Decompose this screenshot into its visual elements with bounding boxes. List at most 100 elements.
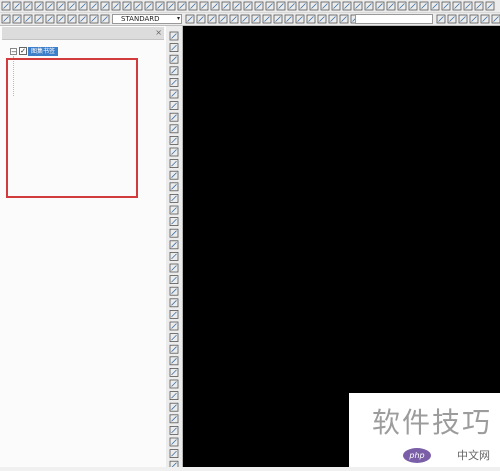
draw-tool-icon[interactable] — [169, 159, 179, 169]
draw-tool-icon[interactable] — [169, 333, 179, 343]
draw-tool-icon[interactable] — [169, 147, 179, 157]
expand-icon[interactable]: − — [10, 47, 17, 55]
draw-tool-icon[interactable] — [169, 309, 179, 319]
toolbar-tool-icon[interactable] — [452, 1, 462, 11]
toolbar-tool-icon[interactable] — [218, 14, 228, 24]
draw-tool-icon[interactable] — [169, 66, 179, 76]
toolbar-tool-icon[interactable] — [386, 1, 396, 11]
toolbar-tool-icon[interactable] — [273, 14, 283, 24]
toolbar-tool-icon[interactable] — [177, 1, 187, 11]
toolbar-tool-icon[interactable] — [78, 1, 88, 11]
toolbar-tool-icon[interactable] — [342, 1, 352, 11]
toolbar-tool-icon[interactable] — [166, 1, 176, 11]
draw-tool-icon[interactable] — [169, 425, 179, 435]
toolbar-tool-icon[interactable] — [397, 1, 407, 11]
toolbar-tool-icon[interactable] — [375, 1, 385, 11]
close-icon[interactable]: × — [155, 27, 162, 39]
toolbar-tool-icon[interactable] — [287, 1, 297, 11]
toolbar-tool-icon[interactable] — [251, 14, 261, 24]
draw-tool-icon[interactable] — [169, 344, 179, 354]
toolbar-tool-icon[interactable] — [199, 1, 209, 11]
toolbar-tool-icon[interactable] — [353, 1, 363, 11]
draw-tool-icon[interactable] — [169, 205, 179, 215]
toolbar-tool-icon[interactable] — [419, 1, 429, 11]
draw-tool-icon[interactable] — [169, 112, 179, 122]
toolbar-tool-icon[interactable] — [430, 1, 440, 11]
toolbar-tool-icon[interactable] — [89, 1, 99, 11]
toolbar-tool-icon[interactable] — [34, 14, 44, 24]
draw-tool-icon[interactable] — [169, 391, 179, 401]
toolbar-tool-icon[interactable] — [56, 1, 66, 11]
toolbar-tool-icon[interactable] — [1, 14, 11, 24]
draw-tool-icon[interactable] — [169, 182, 179, 192]
toolbar-tool-icon[interactable] — [243, 1, 253, 11]
toolbar-tool-icon[interactable] — [133, 1, 143, 11]
toolbar-tool-icon[interactable] — [34, 1, 44, 11]
toolbar-tool-icon[interactable] — [100, 14, 110, 24]
toolbar-tool-icon[interactable] — [339, 14, 349, 24]
toolbar-tool-icon[interactable] — [155, 1, 165, 11]
toolbar-tool-icon[interactable] — [23, 1, 33, 11]
toolbar-tool-icon[interactable] — [480, 14, 490, 24]
draw-tool-icon[interactable] — [169, 78, 179, 87]
tree-node-label[interactable]: 图集书签 — [28, 46, 59, 56]
toolbar-tool-icon[interactable] — [188, 1, 198, 11]
draw-tool-icon[interactable] — [169, 54, 179, 64]
draw-tool-icon[interactable] — [169, 101, 179, 110]
draw-tool-icon[interactable] — [169, 356, 179, 366]
tree-checkbox[interactable]: ✓ — [19, 47, 27, 55]
draw-tool-icon[interactable] — [169, 449, 179, 459]
toolbar-tool-icon[interactable] — [229, 14, 239, 24]
toolbar-tool-icon[interactable] — [441, 1, 451, 11]
draw-tool-icon[interactable] — [169, 124, 179, 134]
toolbar-tool-icon[interactable] — [463, 1, 473, 11]
toolbar-tool-icon[interactable] — [276, 1, 286, 11]
draw-tool-icon[interactable] — [169, 228, 179, 238]
toolbar-tool-icon[interactable] — [221, 1, 231, 11]
toolbar-tool-icon[interactable] — [458, 14, 468, 24]
draw-tool-icon[interactable] — [169, 367, 179, 377]
toolbar-tool-icon[interactable] — [185, 14, 195, 24]
toolbar-tool-icon[interactable] — [408, 1, 418, 11]
toolbar-tool-icon[interactable] — [469, 14, 479, 24]
toolbar-tool-icon[interactable] — [331, 1, 341, 11]
toolbar-tool-icon[interactable] — [485, 1, 495, 11]
toolbar-tool-icon[interactable] — [298, 1, 308, 11]
toolbar-tool-icon[interactable] — [67, 14, 77, 24]
toolbar-tool-icon[interactable] — [295, 14, 305, 24]
toolbar-tool-icon[interactable] — [240, 14, 250, 24]
toolbar-tool-icon[interactable] — [491, 14, 500, 24]
toolbar-tool-icon[interactable] — [12, 1, 22, 11]
toolbar-tool-icon[interactable] — [364, 1, 374, 11]
toolbar-tool-icon[interactable] — [254, 1, 264, 11]
toolbar-tool-icon[interactable] — [265, 1, 275, 11]
toolbar-tool-icon[interactable] — [89, 14, 99, 24]
toolbar-tool-icon[interactable] — [56, 14, 66, 24]
draw-tool-icon[interactable] — [169, 414, 179, 424]
layer-dropdown[interactable] — [355, 14, 433, 24]
toolbar-tool-icon[interactable] — [306, 14, 316, 24]
draw-tool-icon[interactable] — [169, 170, 179, 180]
toolbar-tool-icon[interactable] — [122, 1, 132, 11]
draw-tool-icon[interactable] — [169, 240, 179, 250]
toolbar-tool-icon[interactable] — [45, 1, 55, 11]
draw-tool-icon[interactable] — [169, 136, 179, 145]
toolbar-tool-icon[interactable] — [284, 14, 294, 24]
toolbar-tool-icon[interactable] — [474, 1, 484, 11]
toolbar-tool-icon[interactable] — [67, 1, 77, 11]
toolbar-tool-icon[interactable] — [196, 14, 206, 24]
draw-tool-icon[interactable] — [169, 43, 179, 53]
toolbar-tool-icon[interactable] — [1, 1, 11, 11]
toolbar-tool-icon[interactable] — [309, 1, 319, 11]
draw-tool-icon[interactable] — [169, 379, 179, 389]
draw-tool-icon[interactable] — [169, 193, 179, 203]
draw-tool-icon[interactable] — [169, 321, 179, 331]
draw-tool-icon[interactable] — [169, 251, 179, 261]
toolbar-tool-icon[interactable] — [111, 1, 121, 11]
draw-tool-icon[interactable] — [169, 437, 179, 447]
draw-tool-icon[interactable] — [169, 460, 179, 470]
draw-tool-icon[interactable] — [169, 89, 179, 99]
draw-tool-icon[interactable] — [169, 31, 179, 41]
draw-tool-icon[interactable] — [169, 286, 179, 296]
toolbar-tool-icon[interactable] — [210, 1, 220, 11]
